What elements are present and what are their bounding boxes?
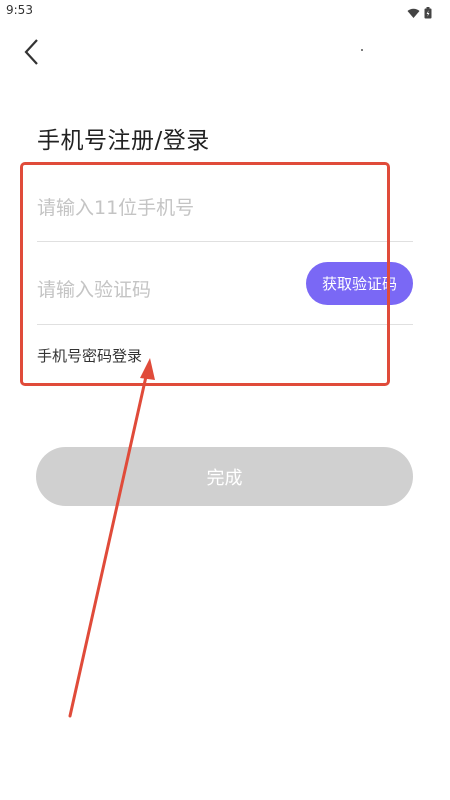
chevron-left-icon: [24, 39, 38, 65]
decorative-dot: [361, 49, 363, 51]
back-button[interactable]: [14, 34, 50, 70]
code-divider: [37, 324, 413, 325]
phone-divider: [37, 241, 413, 242]
password-login-link[interactable]: 手机号密码登录: [37, 345, 142, 366]
get-code-button[interactable]: 获取验证码: [306, 262, 413, 305]
page-title: 手机号注册/登录: [37, 128, 210, 154]
verification-code-input[interactable]: [37, 272, 287, 308]
status-bar: 9:53: [0, 0, 450, 22]
battery-icon: [424, 4, 432, 23]
phone-number-input[interactable]: [37, 190, 413, 226]
status-icons: [407, 4, 432, 23]
annotation-arrow: [68, 358, 155, 718]
done-button[interactable]: 完成: [36, 447, 413, 506]
status-time: 9:53: [6, 3, 33, 17]
arrow-head-icon: [140, 358, 155, 380]
wifi-icon: [407, 4, 420, 23]
login-screen: 9:53 手机号注册/登录 获取验证码 手机号密码登: [0, 0, 450, 800]
